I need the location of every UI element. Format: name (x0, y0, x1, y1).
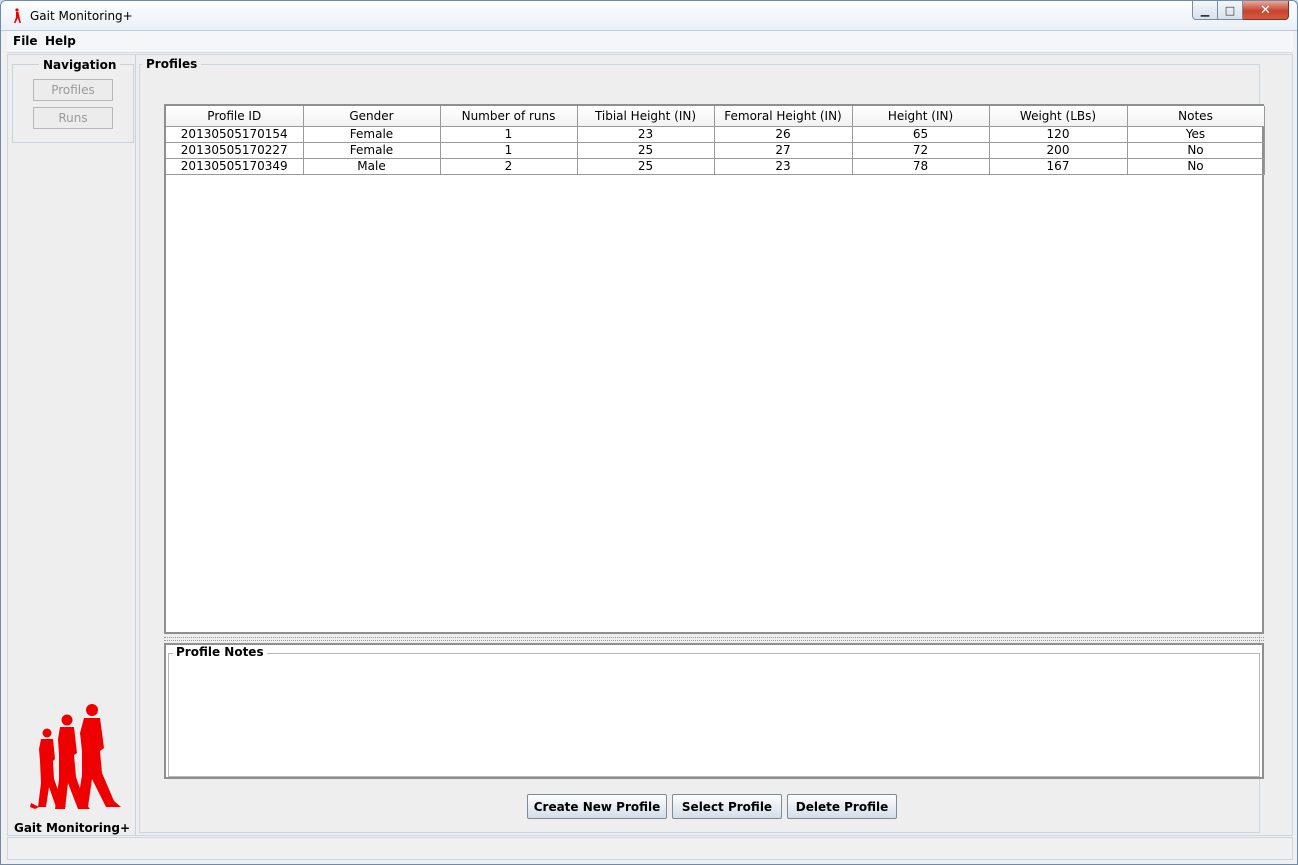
profiles-table-container: Profile ID Gender Number of runs Tibial … (164, 104, 1265, 634)
walking-person-icon (14, 8, 21, 23)
column-header-notes[interactable]: Notes (1127, 106, 1265, 127)
profiles-nav-button[interactable]: Profiles (33, 79, 113, 101)
main-content: Navigation Profiles Runs Gait Monitoring… (7, 54, 1293, 836)
window-title: Gait Monitoring+ (30, 9, 133, 23)
runs-nav-button[interactable]: Runs (33, 107, 113, 129)
cell-profile-id: 20130505170227 (166, 142, 304, 159)
menu-bar: File Help (7, 31, 1293, 53)
create-new-profile-button[interactable]: Create New Profile (527, 794, 667, 819)
column-header-number-of-runs[interactable]: Number of runs (440, 106, 578, 127)
menu-file[interactable]: File (13, 34, 38, 48)
close-button[interactable]: ✕ (1243, 1, 1289, 20)
cell-femoral-height: 26 (714, 126, 853, 143)
cell-notes: Yes (1127, 126, 1265, 143)
table-header-row: Profile ID Gender Number of runs Tibial … (166, 106, 1265, 127)
cell-number-of-runs: 1 (440, 142, 578, 159)
brand-label: Gait Monitoring+ (13, 821, 130, 835)
maximize-button[interactable]: □ (1218, 1, 1243, 20)
cell-gender: Male (303, 158, 441, 175)
cell-femoral-height: 23 (714, 158, 853, 175)
profile-notes-text[interactable] (175, 666, 1253, 770)
column-header-height[interactable]: Height (IN) (852, 106, 990, 127)
cell-weight: 167 (989, 158, 1128, 175)
cell-notes: No (1127, 158, 1265, 175)
minimize-button[interactable]: ▁ (1192, 1, 1218, 20)
cell-height: 78 (852, 158, 990, 175)
table-row[interactable]: 20130505170349 Male 2 25 23 78 167 No (166, 158, 1265, 175)
window-controls: ▁ □ ✕ (1192, 1, 1289, 21)
walking-people-icon (30, 704, 121, 809)
profile-notes-title: Profile Notes (173, 645, 267, 659)
navigation-group: Navigation Profiles Runs (12, 58, 134, 143)
cell-height: 72 (852, 142, 990, 159)
cell-profile-id: 20130505170154 (166, 126, 304, 143)
column-header-femoral-height[interactable]: Femoral Height (IN) (714, 106, 853, 127)
column-header-weight[interactable]: Weight (LBs) (989, 106, 1128, 127)
menu-help[interactable]: Help (45, 34, 76, 48)
split-pane-divider[interactable] (164, 637, 1264, 641)
cell-gender: Female (303, 142, 441, 159)
profile-notes-group: Profile Notes (168, 645, 1260, 777)
cell-height: 65 (852, 126, 990, 143)
cell-gender: Female (303, 126, 441, 143)
cell-tibial-height: 25 (577, 158, 715, 175)
cell-tibial-height: 23 (577, 126, 715, 143)
cell-profile-id: 20130505170349 (166, 158, 304, 175)
column-header-tibial-height[interactable]: Tibial Height (IN) (577, 106, 715, 127)
app-window: Gait Monitoring+ ▁ □ ✕ File Help Navigat… (0, 0, 1298, 865)
cell-femoral-height: 27 (714, 142, 853, 159)
cell-number-of-runs: 2 (440, 158, 578, 175)
cell-tibial-height: 25 (577, 142, 715, 159)
status-bar (7, 837, 1293, 860)
navigation-title: Navigation (39, 58, 121, 72)
cell-weight: 200 (989, 142, 1128, 159)
select-profile-button[interactable]: Select Profile (672, 794, 782, 819)
table-row[interactable]: 20130505170227 Female 1 25 27 72 200 No (166, 142, 1265, 159)
title-bar: Gait Monitoring+ ▁ □ ✕ (1, 1, 1297, 31)
profiles-title: Profiles (142, 57, 202, 71)
cell-notes: No (1127, 142, 1265, 159)
profile-notes-panel: Profile Notes (164, 643, 1264, 779)
profiles-group: Profiles Profile ID Gender Number of run… (139, 57, 1265, 833)
delete-profile-button[interactable]: Delete Profile (787, 794, 897, 819)
cell-number-of-runs: 1 (440, 126, 578, 143)
profiles-table: Profile ID Gender Number of runs Tibial … (166, 106, 1265, 175)
table-row[interactable]: 20130505170154 Female 1 23 26 65 120 Yes (166, 126, 1265, 143)
left-pane: Navigation Profiles Runs Gait Monitoring… (8, 55, 136, 835)
cell-weight: 120 (989, 126, 1128, 143)
column-header-profile-id[interactable]: Profile ID (166, 106, 304, 127)
column-header-gender[interactable]: Gender (303, 106, 441, 127)
